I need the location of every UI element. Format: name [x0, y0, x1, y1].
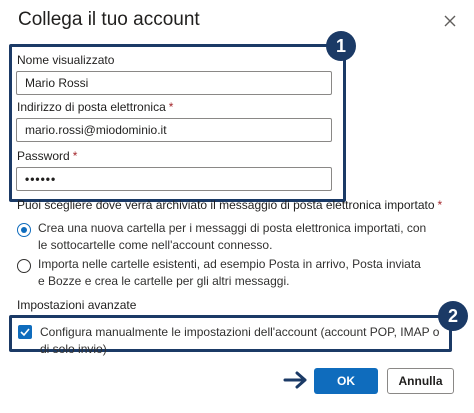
email-label: Indirizzo di posta elettronica * — [17, 100, 174, 114]
manual-config-label: Configura manualmente le impostazioni de… — [40, 325, 440, 356]
radio-existing-folders-label: Importa nelle cartelle esistenti, ad ese… — [38, 257, 421, 288]
required-mark: * — [168, 100, 174, 114]
ok-button[interactable]: OK — [314, 368, 378, 394]
radio-new-folder-label: Crea una nuova cartella per i messaggi d… — [38, 221, 427, 252]
close-icon[interactable] — [440, 11, 460, 31]
arrow-right-icon — [283, 371, 307, 389]
radio-new-folder[interactable] — [17, 223, 31, 237]
email-input[interactable]: mario.rossi@miodominio.it — [16, 118, 332, 142]
dialog-title: Collega il tuo account — [18, 9, 200, 30]
display-name-label: Nome visualizzato — [17, 53, 115, 67]
display-name-input[interactable]: Mario Rossi — [16, 71, 332, 95]
import-question: Puoi scegliere dove verrà archiviato il … — [17, 198, 443, 212]
cancel-button[interactable]: Annulla — [387, 368, 454, 394]
password-label: Password * — [17, 149, 78, 163]
manual-config-checkbox[interactable] — [18, 325, 32, 339]
required-mark: * — [437, 198, 443, 212]
required-mark: * — [72, 149, 78, 163]
password-input[interactable]: •••••• — [16, 167, 332, 191]
advanced-settings-heading: Impostazioni avanzate — [17, 298, 137, 312]
radio-existing-folders[interactable] — [17, 259, 31, 273]
checkmark-icon — [20, 328, 30, 337]
annotation-badge-1: 1 — [326, 31, 356, 61]
